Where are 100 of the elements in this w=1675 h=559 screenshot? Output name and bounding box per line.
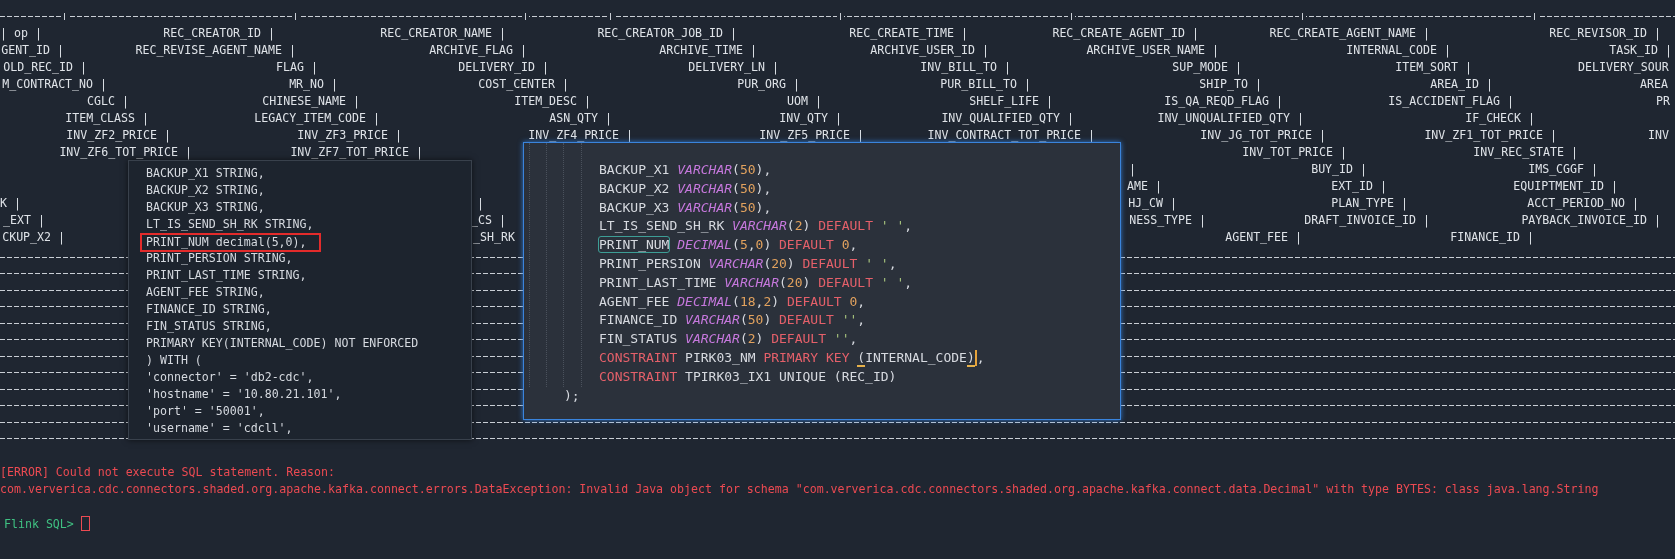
code-line: PRINT_LAST_TIME VARCHAR(20) DEFAULT ' ', <box>599 274 913 290</box>
column-heading: TASK_ID | <box>1609 43 1672 57</box>
column-heading: _EXT | <box>3 213 45 227</box>
column-heading: INV_BILL_TO | <box>920 60 1011 74</box>
column-heading: ACCT_PERIOD_NO | <box>1527 196 1639 210</box>
column-heading: INV_ZF3_PRICE | <box>297 128 402 142</box>
column-heading: REC_CREATE_AGENT_NAME | <box>1269 26 1430 40</box>
column-heading: AGENT_FEE | <box>1225 230 1302 244</box>
code-line: BACKUP_X1 VARCHAR(50), <box>599 162 772 177</box>
column-heading: IF_CHECK | <box>1465 111 1535 125</box>
column-heading: K | <box>0 196 21 210</box>
column-heading: INV_QUALIFIED_QTY | <box>941 111 1074 125</box>
column-heading: GENT_ID | <box>1 43 64 57</box>
column-heading: ARCHIVE_TIME | <box>659 43 757 57</box>
column-heading: ARCHIVE_FLAG | <box>429 43 527 57</box>
column-heading: EQUIPTMENT_ID | <box>1513 179 1618 193</box>
column-heading: INV_ZF1_TOT_PRICE | <box>1424 128 1557 142</box>
code-line: FIN_STATUS VARCHAR(2) DEFAULT '', <box>599 331 858 347</box>
column-heading: UOM | <box>787 94 822 108</box>
code-line: PRIMARY KEY(INTERNAL_CODE) NOT ENFORCED <box>146 335 419 352</box>
column-heading: SHIP_TO | <box>1199 77 1262 91</box>
code-line: 'hostname' = '10.80.21.101', <box>146 386 342 403</box>
column-heading: INV_ZF7_TOT_PRICE | <box>290 145 423 159</box>
column-heading: DELIVERY_SOUR <box>1578 60 1669 74</box>
column-heading: PR <box>1656 94 1670 108</box>
column-heading: INV_UNQUALIFIED_QTY | <box>1157 111 1304 125</box>
column-heading: INV_ZF4_PRICE | <box>528 128 633 142</box>
column-heading: ARCHIVE_USER_ID | <box>870 43 989 57</box>
column-heading: _SH_RK <box>473 230 515 244</box>
column-heading: PAYBACK_INVOICE_ID | <box>1521 213 1661 227</box>
code-line: AGENT_FEE STRING, <box>146 284 265 301</box>
column-heading: MR_NO | <box>289 77 338 91</box>
column-heading: INV_QTY | <box>779 111 842 125</box>
column-heading: SUP_MODE | <box>1172 60 1242 74</box>
column-heading: AREA_ID | <box>1430 77 1493 91</box>
code-line: PRINT_LAST_TIME STRING, <box>146 267 307 284</box>
code-line: 'username' = 'cdcll', <box>146 420 293 437</box>
column-heading: AME | <box>1127 179 1162 193</box>
code-line: BACKUP_X2 STRING, <box>146 182 265 199</box>
code-line: AGENT_FEE DECIMAL(18,2) DEFAULT 0, <box>599 293 866 309</box>
error-message: com.ververica.cdc.connectors.shaded.org.apache.kafka.connect.errors.DataException: Invalid Java object for schema "com.ververica.cdc.connectors.shaded.org.apache.kafka.connect.data.Decimal" with type BYTES: class java.lang.String <box>0 481 1600 498</box>
column-heading: ARCHIVE_USER_NAME | <box>1086 43 1219 57</box>
column-heading: BUY_ID | <box>1311 162 1367 176</box>
column-heading: SHELF_LIFE | <box>969 94 1053 108</box>
prompt-label: Flink SQL> <box>4 516 74 531</box>
column-heading: INV <box>1648 128 1669 142</box>
column-heading: REC_REVISE_AGENT_NAME | <box>135 43 296 57</box>
column-heading: INV_ZF2_PRICE | <box>66 128 171 142</box>
code-line: BACKUP_X3 STRING, <box>146 199 265 216</box>
code-line: LT_IS_SEND_SH_RK VARCHAR(2) DEFAULT ' ', <box>599 218 913 234</box>
code-line: FINANCE_ID VARCHAR(50) DEFAULT '', <box>599 312 866 328</box>
column-heading: REC_CREATE_TIME | <box>849 26 968 40</box>
column-heading: NESS_TYPE | <box>1129 213 1206 227</box>
column-heading: REC_REVISOR_ID | <box>1549 26 1661 40</box>
column-heading: REC_CREATOR_ID | <box>163 26 275 40</box>
column-heading: INTERNAL_CODE | <box>1346 43 1451 57</box>
column-heading: INV_REC_STATE | <box>1473 145 1578 159</box>
column-heading: ITEM_CLASS | <box>65 111 149 125</box>
code-line: FIN_STATUS STRING, <box>146 318 272 335</box>
column-heading: M_CONTRACT_NO | <box>2 77 107 91</box>
code-line: BACKUP_X1 STRING, <box>146 165 265 182</box>
code-line: CONSTRAINT PIRK03_NM PRIMARY KEY (INTERNAL_CODE), <box>599 349 985 365</box>
column-heading: REC_CREATE_AGENT_ID | <box>1052 26 1199 40</box>
code-line: PRINT_PERSION STRING, <box>146 250 293 267</box>
column-heading: PLAN_TYPE | <box>1331 196 1408 210</box>
code-line: ); <box>564 387 580 403</box>
column-heading: DRAFT_INVOICE_ID | <box>1304 213 1430 227</box>
column-heading: IS_ACCIDENT_FLAG | <box>1388 94 1514 108</box>
column-heading: IMS_CGGF | <box>1528 162 1598 176</box>
column-heading: ITEM_DESC | <box>514 94 591 108</box>
column-heading: COST_CENTER | <box>478 77 569 91</box>
code-line: CONSTRAINT TPIRK03_IX1 UNIQUE (REC_ID) <box>599 368 897 384</box>
code-line: BACKUP_X3 VARCHAR(50), <box>599 199 772 215</box>
column-heading: CHINESE_NAME | <box>262 94 360 108</box>
code-line: PRINT_PERSION VARCHAR(20) DEFAULT ' ', <box>599 256 897 271</box>
column-heading: LEGACY_ITEM_CODE | <box>254 111 380 125</box>
column-heading: IS_QA_REQD_FLAG | <box>1164 94 1283 108</box>
column-heading: EXT_ID | <box>1331 179 1387 193</box>
code-line: 'connector' = 'db2-cdc', <box>146 369 314 386</box>
column-heading: PUR_ORG | <box>737 77 800 91</box>
code-line: FINANCE_ID STRING, <box>146 301 272 318</box>
column-heading: ITEM_SORT | <box>1395 60 1472 74</box>
code-line: ) WITH ( <box>146 352 202 369</box>
column-heading: PUR_BILL_TO | <box>940 77 1031 91</box>
column-heading: INV_CONTRACT_TOT_PRICE | <box>927 128 1095 142</box>
column-heading: INV_JG_TOT_PRICE | <box>1200 128 1326 142</box>
column-heading: ASN_QTY | <box>549 111 612 125</box>
column-heading: REC_CREATOR_JOB_ID | <box>597 26 737 40</box>
column-heading: OLD_REC_ID | <box>3 60 87 74</box>
error-message: [ERROR] Could not execute SQL statement. Reason: <box>0 464 337 481</box>
text-cursor <box>80 516 90 531</box>
column-heading: _CS | <box>471 213 506 227</box>
column-heading: FLAG | <box>276 60 318 74</box>
column-heading: CGLC | <box>87 94 129 108</box>
column-heading: | <box>477 196 484 210</box>
code-line: LT_IS_SEND_SH_RK STRING, <box>146 216 314 233</box>
column-heading: HJ_CW | <box>1128 196 1177 210</box>
column-heading: | op | <box>0 26 42 40</box>
column-heading: INV_TOT_PRICE | <box>1242 145 1347 159</box>
column-heading: FINANCE_ID | <box>1450 230 1534 244</box>
